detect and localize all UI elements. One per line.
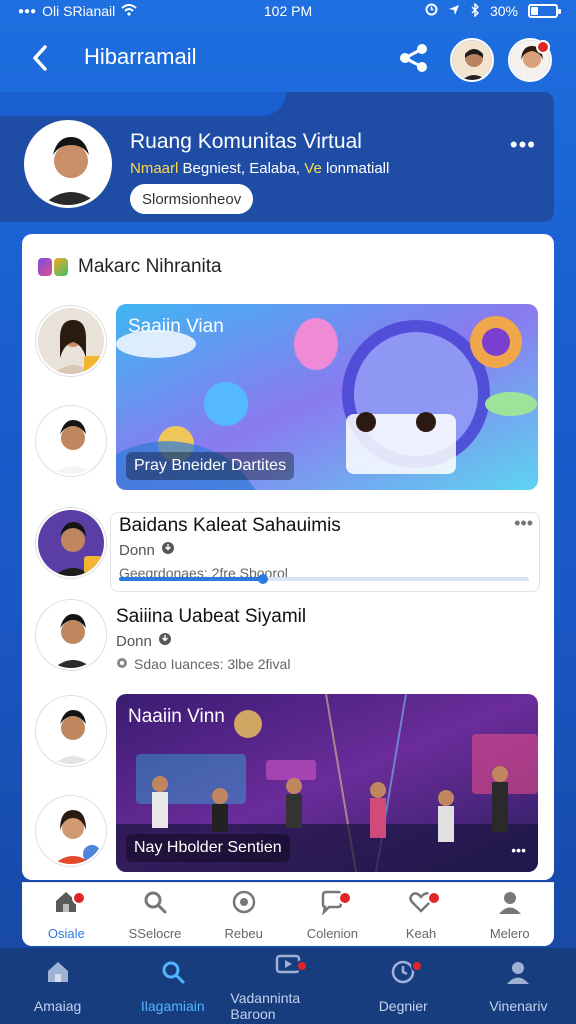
tab-rebeu[interactable]: Rebeu [199, 883, 288, 946]
media-caption-2: Nay Hbolder Sentien [126, 834, 290, 862]
nav-amaiag[interactable]: Amaiag [0, 948, 115, 1024]
tab-label: Colenion [306, 925, 359, 941]
search-icon [160, 959, 186, 990]
tab-keah[interactable]: Keah [377, 883, 466, 946]
battery-fill [531, 7, 539, 15]
community-subtitle-part2: Begniest, Ealaba, [182, 160, 301, 177]
verified-icon [161, 541, 175, 559]
nav-degnier[interactable]: Degnier [346, 948, 461, 1024]
community-subtitle-part1: Nmaarl [130, 160, 179, 177]
community-title: Ruang Komunitas Virtual [130, 130, 362, 153]
nav-vadanninta-baroon[interactable]: Vadanninta Baroon [230, 948, 345, 1024]
tab-colenion[interactable]: Colenion [288, 883, 377, 946]
gear-icon [116, 656, 128, 672]
post-sub-text-2: Sdao Iuances: 3lbe 2fival [134, 656, 291, 672]
post-meta-1: Donn [119, 541, 519, 559]
bluetooth-icon [470, 1, 480, 20]
media-card-1[interactable]: Saaiin Vian Pray Bneider Dartites [116, 304, 538, 490]
share-icon [400, 44, 427, 72]
tab-osiale[interactable]: Osiale [22, 883, 111, 946]
tab-label: Rebeu [224, 925, 263, 941]
community-subtitle-part4: lonmatiall [325, 160, 390, 177]
media-title-1: Saaiin Vian [128, 316, 224, 337]
community-header: Ruang Komunitas Virtual Nmaarl Begniest,… [0, 92, 554, 222]
bottom-nav: Amaiag Ilagamiain Vadanninta Baroon Degnier… [0, 948, 576, 1024]
feed-header: Makarc Nihranita [38, 256, 222, 278]
camera-icon [231, 889, 257, 920]
post-card-1[interactable]: Baidans Kaleat Sahauimis Donn Geegrdonae… [110, 512, 540, 592]
avatar[interactable] [36, 796, 106, 866]
notification-badge [296, 960, 308, 972]
notification-badge [536, 40, 550, 54]
post-title-2: Saiiina Uabeat Siyamil [116, 606, 307, 627]
avatar[interactable] [36, 306, 106, 376]
media-caption-1: Pray Bneider Dartites [126, 452, 295, 480]
avatar[interactable] [36, 696, 106, 766]
carrier-label: Oli SRianail [42, 3, 116, 19]
verified-icon [158, 632, 172, 650]
page-title: Hibarramail [84, 44, 197, 69]
battery-percent: 30% [489, 3, 518, 19]
progress-knob[interactable] [257, 574, 268, 584]
feed-card: Makarc Nihranita Saaiin Vian Pray Bneide… [22, 234, 554, 880]
alarm-icon [425, 3, 438, 19]
battery-icon [528, 4, 561, 18]
wifi-icon [121, 3, 137, 19]
post-sub-2: Sdao Iuances: 3lbe 2fival [116, 656, 538, 672]
inner-tab-bar: Osiale SSelocre Rebeu Colenion Keah Melero [22, 882, 554, 946]
notification-badge [338, 891, 353, 905]
progress-fill [119, 577, 263, 581]
post-title-1: Baidans Kaleat Sahauimis [119, 515, 341, 536]
search-icon [142, 889, 168, 920]
community-more-button[interactable]: ••• [510, 132, 536, 158]
media-title-2: Naaiin Vinn [128, 706, 225, 727]
signal-icon: ●●● [18, 5, 37, 17]
post-meta-2: Donn [116, 632, 538, 650]
feed-app-icon [38, 258, 68, 276]
clock-label: 102 PM [263, 3, 313, 19]
tab-label: Keah [405, 925, 437, 941]
notification-badge [411, 960, 424, 972]
community-subtitle: Nmaarl Begniest, Ealaba, Ve lonmatiall [130, 160, 389, 177]
feed-title: Makarc Nihranita [78, 256, 222, 277]
tab-melero[interactable]: Melero [465, 883, 554, 946]
media-more-button-2[interactable]: ••• [511, 842, 526, 858]
top-bar: Hibarramail [0, 30, 576, 90]
nav-label: Vadanninta Baroon [230, 989, 301, 1022]
nav-label: Vinenariv [489, 997, 548, 1014]
profile-icon [505, 959, 531, 990]
tab-label: Melero [489, 925, 530, 941]
post-author-1: Donn [119, 541, 155, 559]
post-progress-bar[interactable] [119, 574, 529, 584]
avatar[interactable] [36, 406, 106, 476]
notification-badge [72, 891, 87, 905]
nav-ilagamiain[interactable]: Ilagamiain [115, 948, 230, 1024]
community-status-pill[interactable]: Slormsionheov [130, 184, 254, 214]
nav-label: Ilagamiain [140, 997, 205, 1014]
share-button[interactable] [396, 40, 432, 76]
avatar[interactable] [36, 600, 106, 670]
chevron-left-icon [33, 45, 47, 71]
media-card-2[interactable]: Naaiin Vinn Nay Hbolder Sentien ••• [116, 694, 538, 872]
post-more-button-1[interactable]: ••• [514, 513, 533, 534]
nav-label: Degnier [378, 997, 428, 1014]
post-card-2[interactable]: Saiiina Uabeat Siyamil Donn Sdao Iuances… [116, 606, 538, 672]
nav-vinenariv[interactable]: Vinenariv [461, 948, 576, 1024]
community-subtitle-part3: Ve [304, 160, 322, 177]
tab-sselocre[interactable]: SSelocre [111, 883, 200, 946]
tab-label: SSelocre [128, 925, 182, 941]
notification-badge [427, 891, 442, 905]
tab-label: Osiale [47, 925, 85, 941]
location-icon [448, 3, 460, 19]
home-icon [45, 959, 71, 990]
profile-icon [497, 889, 523, 920]
back-button[interactable] [22, 40, 58, 76]
status-bar: ●●● Oli SRianail 102 PM 30% [0, 0, 576, 22]
nav-label: Amaiag [33, 997, 82, 1014]
avatar-user-1[interactable] [450, 38, 494, 82]
avatar[interactable] [36, 508, 106, 578]
community-avatar[interactable] [24, 120, 112, 208]
post-author-2: Donn [116, 632, 152, 650]
